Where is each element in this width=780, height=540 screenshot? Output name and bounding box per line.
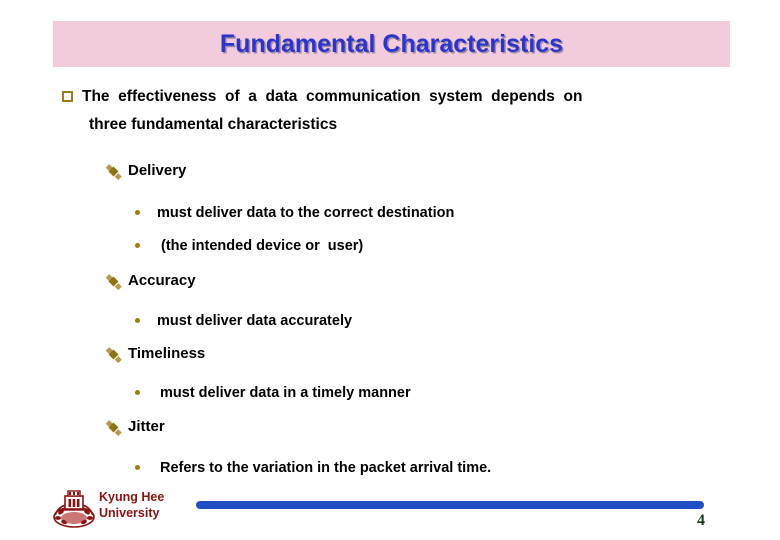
dot-icon	[135, 390, 140, 395]
list-item-label: (the intended device or user)	[157, 238, 364, 254]
list-item: Refers to the variation in the packet ar…	[135, 458, 491, 478]
list-item-label: Refers to the variation in the packet ar…	[160, 460, 492, 476]
list-item: (the intended device or user)	[135, 236, 363, 256]
dot-icon	[135, 318, 140, 323]
section-heading-label: Accuracy	[128, 272, 196, 289]
kyung-hee-university-crest-icon	[52, 488, 96, 530]
list-item-label: must deliver data accurately	[157, 313, 353, 329]
diamond-flower-icon	[105, 420, 122, 436]
footer-divider-bar	[196, 501, 704, 509]
title-banner: Fundamental Characteristics	[53, 21, 730, 67]
section-heading-jitter: Jitter	[105, 417, 165, 437]
list-item-label: must deliver data in a timely manner	[160, 385, 411, 401]
section-heading-label: Timeliness	[128, 345, 206, 362]
organization-name: Kyung Hee University	[99, 490, 165, 520]
dot-icon	[135, 465, 140, 470]
slide: Fundamental Characteristics The effectiv…	[0, 0, 780, 540]
diamond-flower-icon	[105, 274, 122, 290]
hollow-square-icon	[62, 91, 73, 102]
dot-icon	[135, 243, 140, 248]
diamond-flower-icon	[105, 347, 122, 363]
page-number: 4	[697, 512, 705, 529]
section-heading-accuracy: Accuracy	[105, 271, 196, 291]
dot-icon	[135, 210, 140, 215]
list-item-label: must deliver data to the correct destina…	[157, 205, 455, 221]
list-item: must deliver data accurately	[135, 311, 352, 331]
section-heading-timeliness: Timeliness	[105, 344, 206, 364]
list-item: must deliver data in a timely manner	[135, 383, 411, 403]
page-title: Fundamental Characteristics	[219, 30, 564, 58]
intro-bullet: The effectiveness of a data communicatio…	[62, 86, 582, 108]
list-item: must deliver data to the correct destina…	[135, 203, 454, 223]
section-heading-delivery: Delivery	[105, 161, 187, 181]
intro-bullet-line1: The effectiveness of a data communicatio…	[82, 88, 583, 105]
diamond-flower-icon	[105, 164, 122, 180]
section-heading-label: Delivery	[128, 162, 187, 179]
section-heading-label: Jitter	[128, 418, 165, 435]
intro-bullet-line2: three fundamental characteristics	[89, 116, 338, 133]
